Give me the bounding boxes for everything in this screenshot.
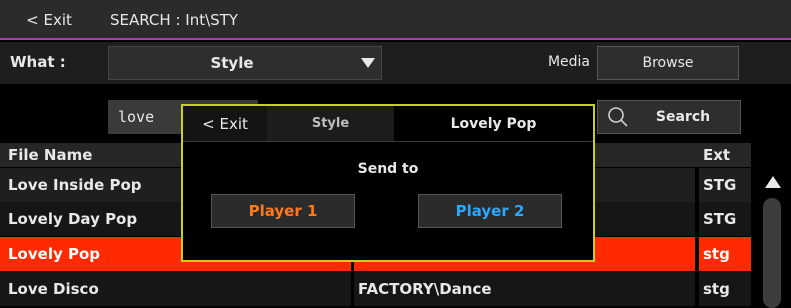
search-button[interactable]: Search <box>597 100 741 134</box>
dialog-exit-button[interactable]: < Exit <box>183 106 267 141</box>
browse-button[interactable]: Browse <box>597 46 739 80</box>
player-1-button[interactable]: Player 1 <box>211 194 355 228</box>
cell-folder: FACTORY\Dance <box>354 272 695 306</box>
table-row[interactable]: Love Disco FACTORY\Dance stg <box>0 272 751 306</box>
scrollbar-thumb[interactable] <box>763 198 781 308</box>
exit-button[interactable]: < Exit <box>0 0 98 40</box>
column-header-file-name[interactable]: File Name <box>8 143 92 167</box>
cell-ext: STG <box>699 202 751 236</box>
cell-ext: stg <box>699 237 751 271</box>
triangle-down-icon <box>355 46 381 80</box>
send-to-label: Send to <box>357 161 419 177</box>
page-title: SEARCH : Int\STY <box>110 11 238 29</box>
dialog-divider <box>183 141 593 142</box>
magnifier-icon <box>598 100 638 134</box>
column-header-ext[interactable]: Ext <box>703 143 730 167</box>
what-label: What : <box>10 53 66 71</box>
cell-ext: STG <box>699 168 751 202</box>
cell-file-name: Love Disco <box>0 272 351 306</box>
cell-ext: stg <box>699 272 751 306</box>
what-dropdown-value: Style <box>210 54 254 72</box>
search-button-label: Search <box>655 109 711 125</box>
dialog-type-label: Style <box>267 106 394 141</box>
triangle-up-icon[interactable] <box>762 172 784 192</box>
dialog-item-name: Lovely Pop <box>394 106 593 141</box>
what-dropdown[interactable]: Style <box>108 46 382 80</box>
media-label: Media <box>547 54 590 70</box>
player-2-button[interactable]: Player 2 <box>418 194 562 228</box>
